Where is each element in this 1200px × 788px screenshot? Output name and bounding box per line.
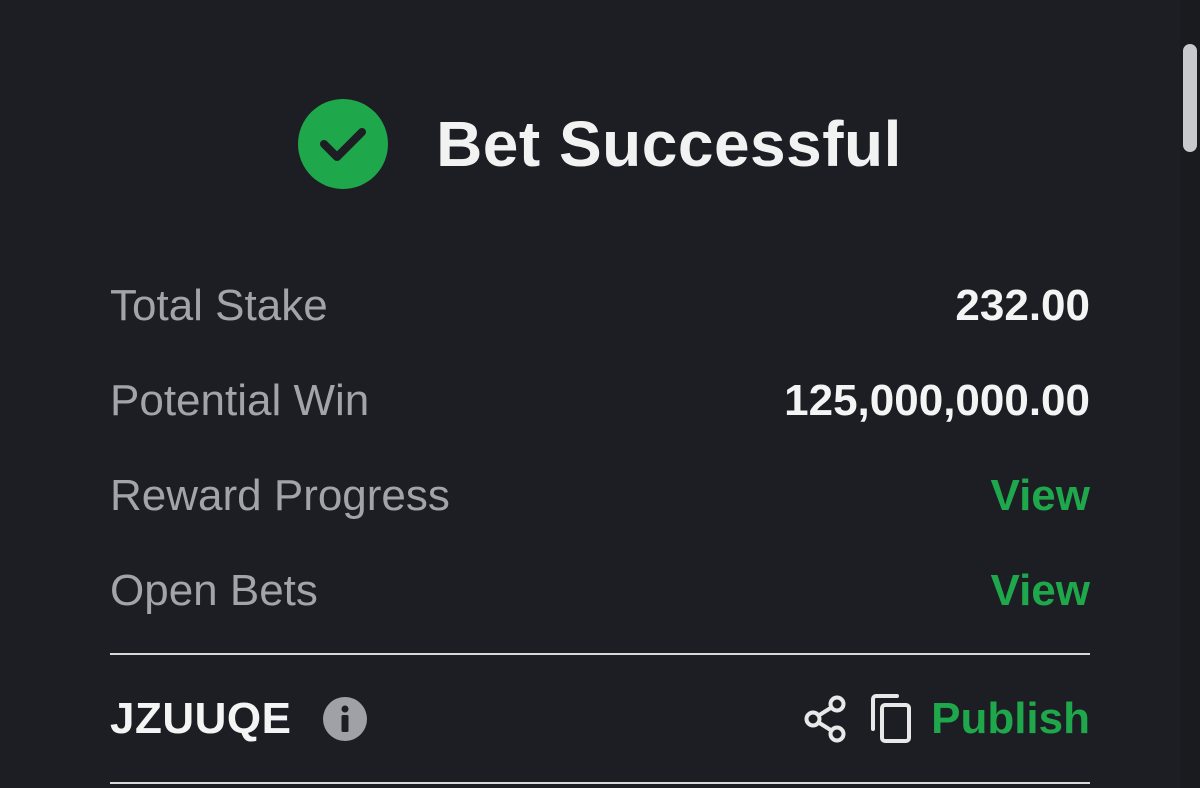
booking-code: JZUUQE [110, 694, 292, 743]
share-icon[interactable] [803, 695, 847, 743]
booking-actions: Publish [803, 693, 1090, 745]
booking-code-row: JZUUQE Publish [110, 672, 1090, 766]
potential-win-value: 125,000,000.00 [784, 375, 1090, 425]
info-icon[interactable] [323, 697, 368, 741]
page-title: Bet Successful [436, 108, 902, 180]
booking-code-group: JZUUQE [110, 694, 368, 744]
open-bets-view-link[interactable]: View [991, 566, 1090, 616]
publish-button[interactable]: Publish [931, 694, 1090, 744]
reward-progress-row: Reward Progress View [110, 448, 1090, 543]
check-circle-icon [298, 99, 389, 189]
copy-icon[interactable] [867, 693, 915, 745]
total-stake-label: Total Stake [110, 280, 328, 330]
divider-top [110, 653, 1090, 655]
potential-win-row: Potential Win 125,000,000.00 [110, 353, 1090, 448]
total-stake-value: 232.00 [955, 280, 1090, 330]
success-header: Bet Successful [0, 96, 1200, 192]
potential-win-label: Potential Win [110, 375, 370, 425]
bet-summary: Total Stake 232.00 Potential Win 125,000… [110, 258, 1090, 638]
reward-progress-view-link[interactable]: View [991, 471, 1090, 521]
bet-success-panel: Bet Successful Total Stake 232.00 Potent… [0, 0, 1200, 788]
divider-bottom [110, 782, 1090, 784]
total-stake-row: Total Stake 232.00 [110, 258, 1090, 353]
open-bets-label: Open Bets [110, 565, 318, 615]
open-bets-row: Open Bets View [110, 543, 1090, 638]
reward-progress-label: Reward Progress [110, 470, 450, 520]
